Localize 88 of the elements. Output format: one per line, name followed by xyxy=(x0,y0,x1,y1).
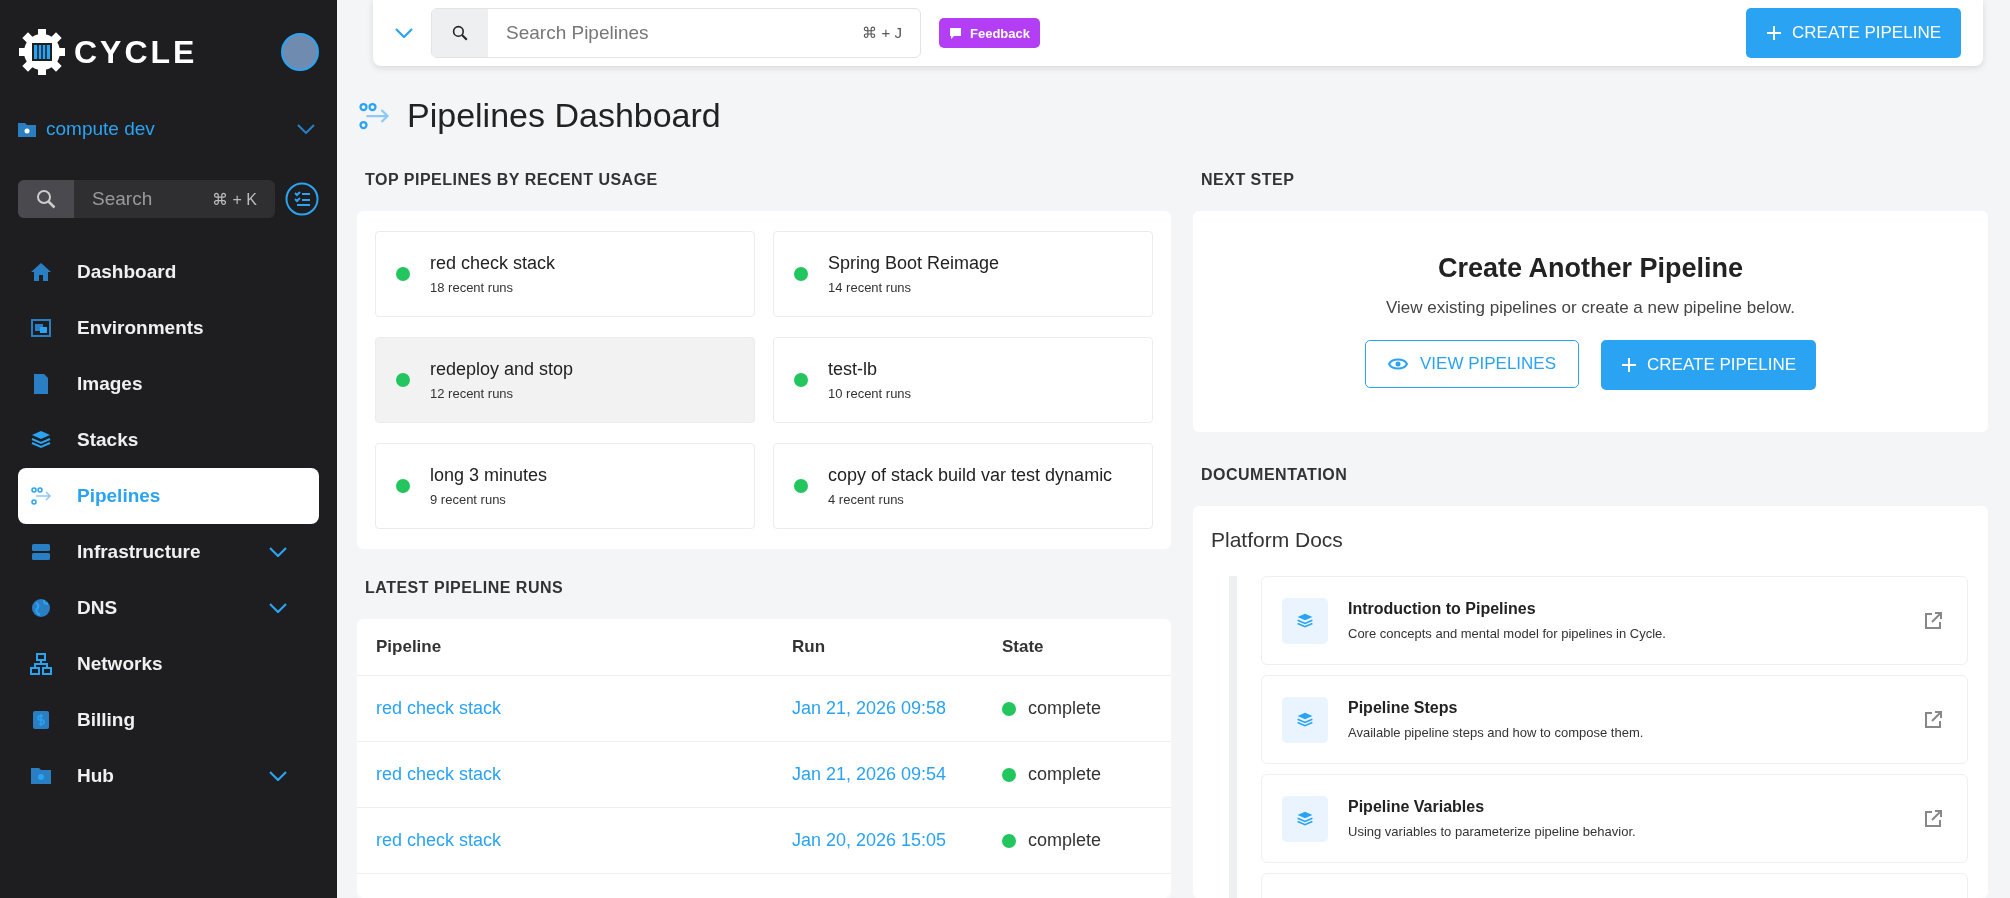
billing-icon xyxy=(30,709,52,731)
nav-item[interactable]: DNS xyxy=(18,580,319,636)
search-icon xyxy=(452,25,468,41)
doc-title: Pipeline Variables xyxy=(1348,798,1486,816)
hub-icon xyxy=(30,765,52,787)
checklist-icon[interactable] xyxy=(285,182,319,216)
pipeline-tile[interactable]: red check stack 18 recent runs xyxy=(375,231,755,317)
nav-item[interactable]: Hub xyxy=(18,748,319,804)
search-input[interactable]: Search xyxy=(74,187,213,211)
nav-item[interactable]: Dashboard xyxy=(18,244,319,300)
external-link-icon xyxy=(1923,808,1943,829)
run-count: 14 recent runs xyxy=(828,280,913,295)
chevron-down-icon[interactable] xyxy=(269,603,287,613)
nav-item[interactable]: Environments xyxy=(18,300,319,356)
nav-item[interactable]: Billing xyxy=(18,692,319,748)
home-icon xyxy=(30,261,52,283)
doc-description: Using variables to parameterize pipeline behavior. xyxy=(1348,824,1637,839)
stack-icon xyxy=(30,429,52,451)
doc-description: Core concepts and mental model for pipelines in Cycle. xyxy=(1348,626,1667,641)
doc-link-card[interactable]: Pipeline Steps Available pipeline steps and how to compose them. xyxy=(1261,675,1968,764)
run-count: 12 recent runs xyxy=(430,386,515,401)
brand-name: CYCLE xyxy=(74,33,198,71)
pipeline-name: test-lb xyxy=(828,359,879,380)
environment-selector[interactable]: compute dev xyxy=(18,118,319,140)
pipeline-name: redeploy and stop xyxy=(430,359,574,380)
pipeline-name: Spring Boot Reimage xyxy=(828,253,1000,274)
pipeline-tile[interactable]: Spring Boot Reimage 14 recent runs xyxy=(773,231,1153,317)
layers-icon xyxy=(1296,809,1314,828)
layers-icon xyxy=(1296,710,1314,729)
pipeline-tile[interactable]: copy of stack build var test dynamic 4 recent runs xyxy=(773,443,1153,529)
search-field[interactable]: Search ⌘ + K xyxy=(18,180,275,218)
chevron-down-icon[interactable] xyxy=(269,771,287,781)
state-text: complete xyxy=(1028,698,1102,719)
nav-item[interactable]: Stacks xyxy=(18,412,319,468)
section-heading: DOCUMENTATION xyxy=(1200,466,1349,485)
card-description: View existing pipelines or create a new pipeline below. xyxy=(1386,298,1795,318)
pipeline-icon xyxy=(357,100,391,131)
chevron-down-icon xyxy=(297,124,315,134)
folder-icon xyxy=(18,121,36,137)
run-count: 4 recent runs xyxy=(828,492,905,507)
server-icon xyxy=(30,541,52,563)
globe-icon xyxy=(30,597,52,619)
shortcut-hint: ⌘ + K xyxy=(212,189,258,209)
section-heading: NEXT STEP xyxy=(1200,171,1296,190)
user-avatar[interactable] xyxy=(281,33,319,71)
column-header: State xyxy=(1002,637,1045,657)
nav-item[interactable]: Infrastructure xyxy=(18,524,319,580)
nav-item[interactable]: Networks xyxy=(18,636,319,692)
gear-logo-icon xyxy=(18,28,66,76)
shortcut-hint: ⌘ + J xyxy=(862,24,903,42)
search-icon xyxy=(36,189,56,209)
doc-title: Pipeline Steps xyxy=(1348,699,1459,717)
pipeline-name: red check stack xyxy=(430,253,556,274)
doc-description: Available pipeline steps and how to compose them. xyxy=(1348,725,1645,740)
state-text: complete xyxy=(1028,830,1102,851)
card-heading: Create Another Pipeline xyxy=(1437,253,1744,284)
pipeline-tile[interactable]: long 3 minutes 9 recent runs xyxy=(375,443,755,529)
pipe-icon xyxy=(30,485,52,507)
column-header: Run xyxy=(792,637,827,657)
plus-icon xyxy=(1766,25,1783,41)
search-field[interactable]: Search Pipelines ⌘ + J xyxy=(431,8,921,58)
chevron-down-icon[interactable] xyxy=(395,28,413,38)
state-text: complete xyxy=(1028,764,1102,785)
pipeline-tile[interactable]: test-lb 10 recent runs xyxy=(773,337,1153,423)
plus-icon xyxy=(1621,357,1638,373)
section-heading: TOP PIPELINES BY RECENT USAGE xyxy=(364,171,659,190)
run-count: 18 recent runs xyxy=(430,280,515,295)
eye-icon xyxy=(1388,357,1408,371)
section-heading: LATEST PIPELINE RUNS xyxy=(364,579,565,598)
chevron-down-icon[interactable] xyxy=(269,547,287,557)
doc-link-card[interactable]: Pipeline Variables Using variables to parameterize pipeline behavior. xyxy=(1261,774,1968,863)
column-header: Pipeline xyxy=(376,637,443,657)
doc-title: Introduction to Pipelines xyxy=(1348,600,1537,618)
run-count: 10 recent runs xyxy=(828,386,912,401)
docs-group-title: Platform Docs xyxy=(1211,528,1344,552)
pipeline-tile[interactable]: redeploy and stop 12 recent runs xyxy=(375,337,755,423)
run-count: 9 recent runs xyxy=(430,492,507,507)
network-icon xyxy=(30,653,52,675)
layers-icon xyxy=(1296,611,1314,630)
pipeline-name: long 3 minutes xyxy=(430,465,548,486)
doc-link-card[interactable]: Introduction to Pipelines Core concepts and mental model for pipelines in Cycle. xyxy=(1261,576,1968,665)
chat-bubble-icon xyxy=(949,26,962,40)
external-link-icon xyxy=(1923,709,1943,730)
feedback-button[interactable]: Feedback xyxy=(939,18,1040,48)
external-link-icon xyxy=(1923,610,1943,631)
page-title: Pipelines Dashboard xyxy=(407,96,721,135)
pipeline-name: copy of stack build var test dynamic xyxy=(828,465,1113,486)
nav-item[interactable]: Images xyxy=(18,356,319,412)
